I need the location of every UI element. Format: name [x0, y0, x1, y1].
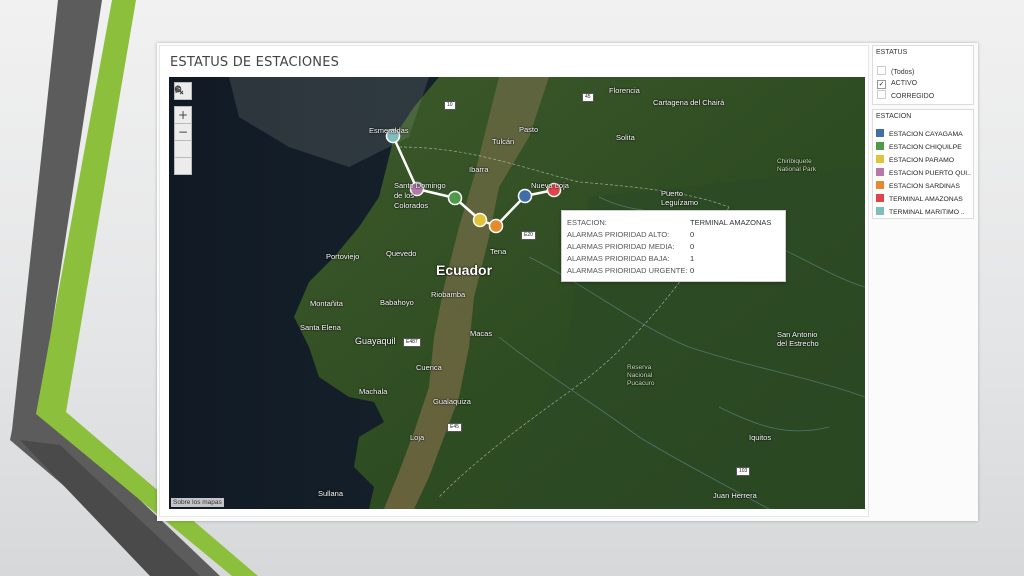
map-worksheet: ESTATUS DE ESTACIONES Florencia Cartagen… — [159, 45, 869, 517]
road-shield: 45 — [582, 93, 594, 102]
station-legend: ESTACION ESTACION CAYAGAMA ESTACION CHIQ… — [872, 109, 974, 219]
filter-option-todos[interactable]: (Todos) — [877, 66, 914, 77]
reset-map-button[interactable] — [174, 85, 192, 158]
legend-item-cayagama[interactable]: ESTACION CAYAGAMA — [876, 129, 963, 141]
legend-label: ESTACION CHIQUILPE — [889, 144, 962, 151]
satellite-map — [169, 77, 865, 509]
slide-background: { "dashboard": { "title": "ESTATUS DE ES… — [0, 0, 1024, 576]
tooltip-label-alto: ALARMAS PRIORIDAD ALTO: — [567, 230, 670, 239]
expand-toolbar-button[interactable] — [174, 87, 192, 175]
filter-option-corregido[interactable]: CORREGIDO — [877, 90, 934, 101]
legend-label: TERMINAL MARITIMO .. — [889, 209, 965, 216]
place-label: Santa Elena — [300, 323, 341, 332]
legend-label: ESTACION PARAMO — [889, 157, 955, 164]
place-label: Cartagena del Chairá — [653, 98, 725, 107]
zoom-controls: + − — [174, 85, 192, 175]
station-marker-sardinas[interactable] — [488, 218, 504, 234]
road-shield: E487 — [403, 338, 421, 347]
country-label: Ecuador — [436, 262, 493, 278]
place-label: Solita — [616, 133, 635, 142]
legend-title: ESTACION — [876, 113, 912, 120]
map-view[interactable]: Florencia Cartagena del Chairá Pasto Tul… — [169, 77, 865, 509]
place-label: Cuenca — [416, 363, 442, 372]
place-label: Macas — [470, 329, 493, 338]
status-filter: ESTATUS (Todos) ✓ ACTIVO CORREGIDO — [872, 45, 974, 105]
filter-option-label: (Todos) — [891, 69, 915, 76]
place-label: Florencia — [609, 86, 640, 95]
legend-label: TERMINAL AMAZONAS — [889, 196, 963, 203]
legend-item-puerto-quito[interactable]: ESTACION PUERTO QUI.. — [876, 168, 971, 180]
sheet-title: ESTATUS DE ESTACIONES — [170, 55, 340, 70]
color-swatch — [876, 155, 884, 163]
place-label: Loja — [410, 433, 425, 442]
place-label: Riobamba — [431, 290, 466, 299]
tooltip-label-media: ALARMAS PRIORIDAD MEDIA: — [567, 242, 675, 251]
color-swatch — [876, 168, 884, 176]
map-attribution-link[interactable]: Sobre los mapas — [171, 498, 224, 507]
place-label: Quevedo — [386, 249, 417, 258]
legend-label: ESTACION PUERTO QUI.. — [889, 170, 971, 177]
tooltip-value-urgente: 0 — [690, 266, 695, 275]
color-swatch — [876, 142, 884, 150]
filter-option-activo[interactable]: ✓ ACTIVO — [877, 78, 917, 89]
place-label: Montañita — [310, 299, 343, 308]
road-shield: E20 — [521, 231, 536, 240]
place-label: Pasto — [519, 125, 539, 134]
place-label: Tulcán — [492, 137, 515, 146]
place-label: Ibarra — [469, 165, 489, 174]
color-swatch — [876, 181, 884, 189]
station-marker-paramo[interactable] — [472, 212, 488, 228]
road-shield: 10 — [444, 101, 456, 110]
filter-option-label: ACTIVO — [891, 80, 918, 87]
station-marker-chiquilpe[interactable] — [447, 190, 463, 206]
filter-title: ESTATUS — [876, 49, 908, 56]
place-label: Iquitos — [749, 433, 772, 442]
place-label: Guayaquil — [355, 336, 396, 346]
legend-label: ESTACION SARDINAS — [889, 183, 960, 190]
color-swatch — [876, 207, 884, 215]
zoom-out-button[interactable]: − — [174, 124, 192, 141]
place-label: Gualaquiza — [433, 397, 471, 406]
tooltip-value-station: TERMINAL AMAZONAS — [690, 218, 772, 227]
tooltip-label-baja: ALARMAS PRIORIDAD BAJA: — [567, 254, 670, 263]
station-tooltip: ESTACION: TERMINAL AMAZONAS ALARMAS PRIO… — [561, 210, 786, 282]
station-marker-cayagama[interactable] — [517, 188, 533, 204]
legend-item-terminal-amazonas[interactable]: TERMINAL AMAZONAS — [876, 194, 963, 206]
place-label: Nueva Loja — [531, 181, 569, 190]
legend-label: ESTACION CAYAGAMA — [889, 131, 963, 138]
color-swatch — [876, 194, 884, 202]
triangle-right-icon — [176, 87, 181, 93]
road-shield: E45 — [447, 423, 462, 432]
filter-option-label: CORREGIDO — [891, 93, 935, 100]
checkbox-unchecked[interactable] — [877, 66, 886, 75]
map-toolbar: + − — [174, 82, 192, 175]
tooltip-value-media: 0 — [690, 242, 695, 251]
place-label: Machala — [359, 387, 388, 396]
legend-item-terminal-maritimo[interactable]: TERMINAL MARITIMO .. — [876, 207, 965, 219]
legend-item-chiquilpe[interactable]: ESTACION CHIQUILPE — [876, 142, 962, 154]
tooltip-value-alto: 0 — [690, 230, 695, 239]
place-label: Reserva Nacional Pucacuro — [627, 364, 655, 387]
place-label: Puerto Leguízamo — [661, 189, 699, 207]
place-label: Sullana — [318, 489, 344, 498]
checkbox-checked[interactable]: ✓ — [877, 80, 886, 89]
place-label: Esmeraldas — [369, 126, 409, 135]
place-label: Babahoyo — [380, 298, 414, 307]
place-label: San Antonio del Estrecho — [777, 330, 819, 348]
tooltip-label-urgente: ALARMAS PRIORIDAD URGENTE: — [567, 266, 688, 275]
place-label: Chiribiquete National Park — [777, 158, 817, 173]
road-shield: 103 — [736, 467, 751, 476]
place-label: Portoviejo — [326, 252, 360, 261]
checkbox-unchecked[interactable] — [877, 90, 886, 99]
dashboard-container: ESTATUS DE ESTACIONES Florencia Cartagen… — [157, 43, 978, 521]
legend-item-paramo[interactable]: ESTACION PARAMO — [876, 155, 954, 167]
tooltip-label-station: ESTACION: — [567, 218, 607, 227]
color-swatch — [876, 129, 884, 137]
tooltip-value-baja: 1 — [690, 254, 695, 263]
place-label: Santo Domingo de los Colorados — [394, 181, 446, 210]
place-label: Juan Herrera — [713, 491, 757, 500]
legend-item-sardinas[interactable]: ESTACION SARDINAS — [876, 181, 960, 193]
place-label: Tena — [490, 247, 507, 256]
zoom-in-button[interactable]: + — [174, 106, 192, 124]
